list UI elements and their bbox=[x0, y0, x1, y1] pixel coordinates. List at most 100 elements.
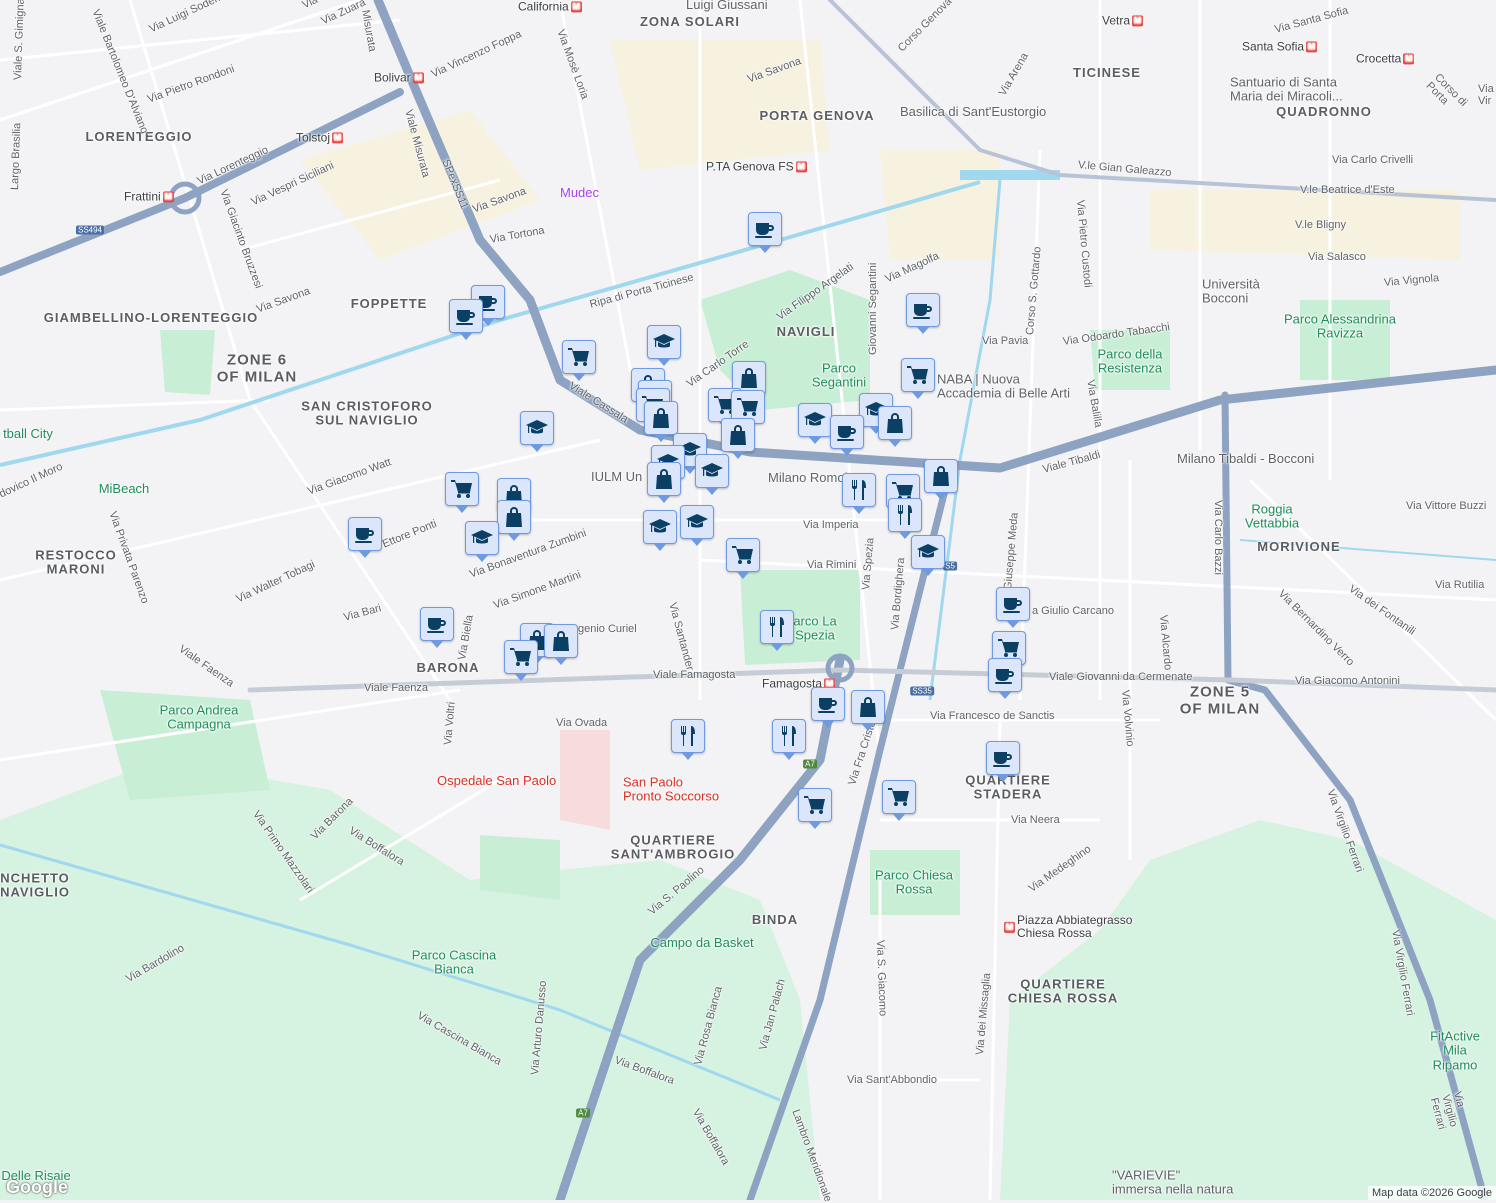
metro-station[interactable]: CaliforniaM bbox=[518, 0, 582, 13]
grocery-marker[interactable] bbox=[726, 538, 760, 572]
cafe-marker[interactable] bbox=[986, 741, 1020, 775]
cafe-marker[interactable] bbox=[811, 687, 845, 721]
district-label: ZONA SOLARI bbox=[640, 15, 740, 29]
street-label: Via Sant'Abbondio bbox=[847, 1074, 937, 1086]
park-label[interactable]: MiBeach bbox=[99, 482, 150, 496]
school-icon bbox=[916, 540, 940, 564]
restaurant-marker[interactable] bbox=[888, 498, 922, 532]
school-icon bbox=[470, 526, 494, 550]
poi-label[interactable]: Milano Tibaldi - Bocconi bbox=[1177, 452, 1314, 466]
restaurant-marker[interactable] bbox=[772, 719, 806, 753]
shopping-marker[interactable] bbox=[721, 418, 755, 452]
district-label: TICINESE bbox=[1073, 66, 1141, 80]
park-label[interactable]: Roggia Vettabbia bbox=[1245, 503, 1299, 532]
metro-station[interactable]: FrattiniM bbox=[124, 190, 174, 203]
cafe-marker[interactable] bbox=[348, 517, 382, 551]
cafe-marker[interactable] bbox=[906, 293, 940, 327]
cafe-marker[interactable] bbox=[420, 607, 454, 641]
park-label[interactable]: Parco Segantini bbox=[812, 362, 866, 391]
shopping-marker[interactable] bbox=[924, 459, 958, 493]
cafe-icon bbox=[454, 304, 478, 328]
school-marker[interactable] bbox=[798, 403, 832, 437]
metro-station[interactable]: MPiazza Abbiategrasso Chiesa Rossa bbox=[1004, 914, 1132, 940]
school-marker[interactable] bbox=[647, 325, 681, 359]
cafe-icon bbox=[835, 420, 859, 444]
map-canvas[interactable] bbox=[0, 0, 1496, 1200]
cafe-icon bbox=[353, 522, 377, 546]
street-label: Viale Famagosta bbox=[653, 669, 735, 681]
grocery-marker[interactable] bbox=[562, 340, 596, 374]
restaurant-marker[interactable] bbox=[842, 473, 876, 507]
poi-label[interactable]: NABA | Nuova Accademia di Belle Arti bbox=[937, 373, 1070, 402]
park-label[interactable]: Parco della Resistenza bbox=[1097, 348, 1162, 377]
shopping-marker[interactable] bbox=[644, 401, 678, 435]
cafe-marker[interactable] bbox=[996, 587, 1030, 621]
hospital-label[interactable]: San Paolo Pronto Soccorso bbox=[623, 776, 719, 805]
park-label[interactable]: tball City bbox=[3, 427, 53, 441]
metro-station-label: Santa Sofia bbox=[1242, 40, 1304, 53]
restaurant-marker[interactable] bbox=[671, 719, 705, 753]
park-label[interactable]: Parco Andrea Campagna bbox=[160, 704, 239, 733]
metro-station-label: California bbox=[518, 0, 569, 13]
grocery-marker[interactable] bbox=[445, 472, 479, 506]
metro-station[interactable]: P.TA Genova FSM bbox=[706, 160, 807, 173]
school-icon bbox=[648, 515, 672, 539]
hospital-label[interactable]: Ospedale San Paolo bbox=[437, 774, 556, 788]
poi-label[interactable]: Basilica di Sant'Eustorgio bbox=[900, 105, 1046, 119]
park-label[interactable]: arco La Spezia bbox=[793, 615, 836, 644]
grocery-marker[interactable] bbox=[882, 780, 916, 814]
google-logo: Google bbox=[6, 1177, 68, 1198]
metro-station[interactable]: CrocettaM bbox=[1356, 52, 1414, 65]
park-label[interactable]: Parco Chiesa Rossa bbox=[875, 869, 953, 898]
shopping-marker[interactable] bbox=[878, 406, 912, 440]
district-label: NAVIGLI bbox=[777, 325, 836, 339]
metro-station[interactable]: VetraM bbox=[1102, 14, 1143, 27]
poi-label[interactable]: "VARIEVIE" immersa nella natura bbox=[1112, 1169, 1233, 1198]
poi-label[interactable]: Luigi Giussani bbox=[686, 0, 768, 12]
grocery-marker[interactable] bbox=[504, 640, 538, 674]
school-marker[interactable] bbox=[680, 505, 714, 539]
metro-station[interactable]: TolstojM bbox=[296, 131, 343, 144]
cafe-icon bbox=[1001, 592, 1025, 616]
map-copyright[interactable]: Map data ©2026 Google bbox=[1368, 1186, 1496, 1200]
grocery-icon bbox=[736, 395, 760, 419]
metro-station[interactable]: BolivarM bbox=[374, 71, 424, 84]
grocery-marker[interactable] bbox=[901, 358, 935, 392]
park-label[interactable]: Parco Cascina Bianca bbox=[412, 949, 497, 978]
shopping-marker[interactable] bbox=[851, 690, 885, 724]
park-label[interactable]: Parco Alessandrina Ravizza bbox=[1284, 313, 1396, 342]
poi-label[interactable]: Santuario di Santa Maria dei Miracoli... bbox=[1230, 76, 1343, 105]
restaurant-icon bbox=[847, 478, 871, 502]
cafe-marker[interactable] bbox=[988, 658, 1022, 692]
cafe-icon bbox=[911, 298, 935, 322]
cafe-icon bbox=[993, 663, 1017, 687]
restaurant-marker[interactable] bbox=[760, 610, 794, 644]
shopping-icon bbox=[652, 467, 676, 491]
shopping-marker[interactable] bbox=[544, 624, 578, 658]
shopping-marker[interactable] bbox=[647, 462, 681, 496]
park-label[interactable]: FitActive Mila Ripamo bbox=[1430, 1030, 1480, 1073]
school-marker[interactable] bbox=[695, 454, 729, 488]
shopping-marker[interactable] bbox=[497, 500, 531, 534]
shopping-icon bbox=[649, 406, 673, 430]
cafe-marker[interactable] bbox=[748, 212, 782, 246]
road-shield: SS494 bbox=[76, 226, 104, 235]
school-marker[interactable] bbox=[465, 521, 499, 555]
poi-label[interactable]: Università Bocconi bbox=[1202, 278, 1260, 307]
district-label: MORIVIONE bbox=[1257, 540, 1340, 554]
cafe-marker[interactable] bbox=[449, 299, 483, 333]
school-marker[interactable] bbox=[520, 411, 554, 445]
park-label[interactable]: Campo da Basket bbox=[650, 936, 753, 950]
metro-station[interactable]: Santa SofiaM bbox=[1242, 40, 1317, 53]
grocery-marker[interactable] bbox=[798, 788, 832, 822]
grocery-icon bbox=[997, 636, 1021, 660]
poi-label[interactable]: IULM Un bbox=[591, 470, 642, 484]
district-label: GIAMBELLINO-LORENTEGGIO bbox=[44, 311, 258, 325]
metro-icon: M bbox=[163, 192, 174, 203]
cafe-marker[interactable] bbox=[830, 415, 864, 449]
school-marker[interactable] bbox=[911, 535, 945, 569]
street-label: genio Curiel bbox=[578, 623, 637, 635]
museum-label[interactable]: Mudec bbox=[560, 186, 599, 200]
school-icon bbox=[803, 408, 827, 432]
school-marker[interactable] bbox=[643, 510, 677, 544]
